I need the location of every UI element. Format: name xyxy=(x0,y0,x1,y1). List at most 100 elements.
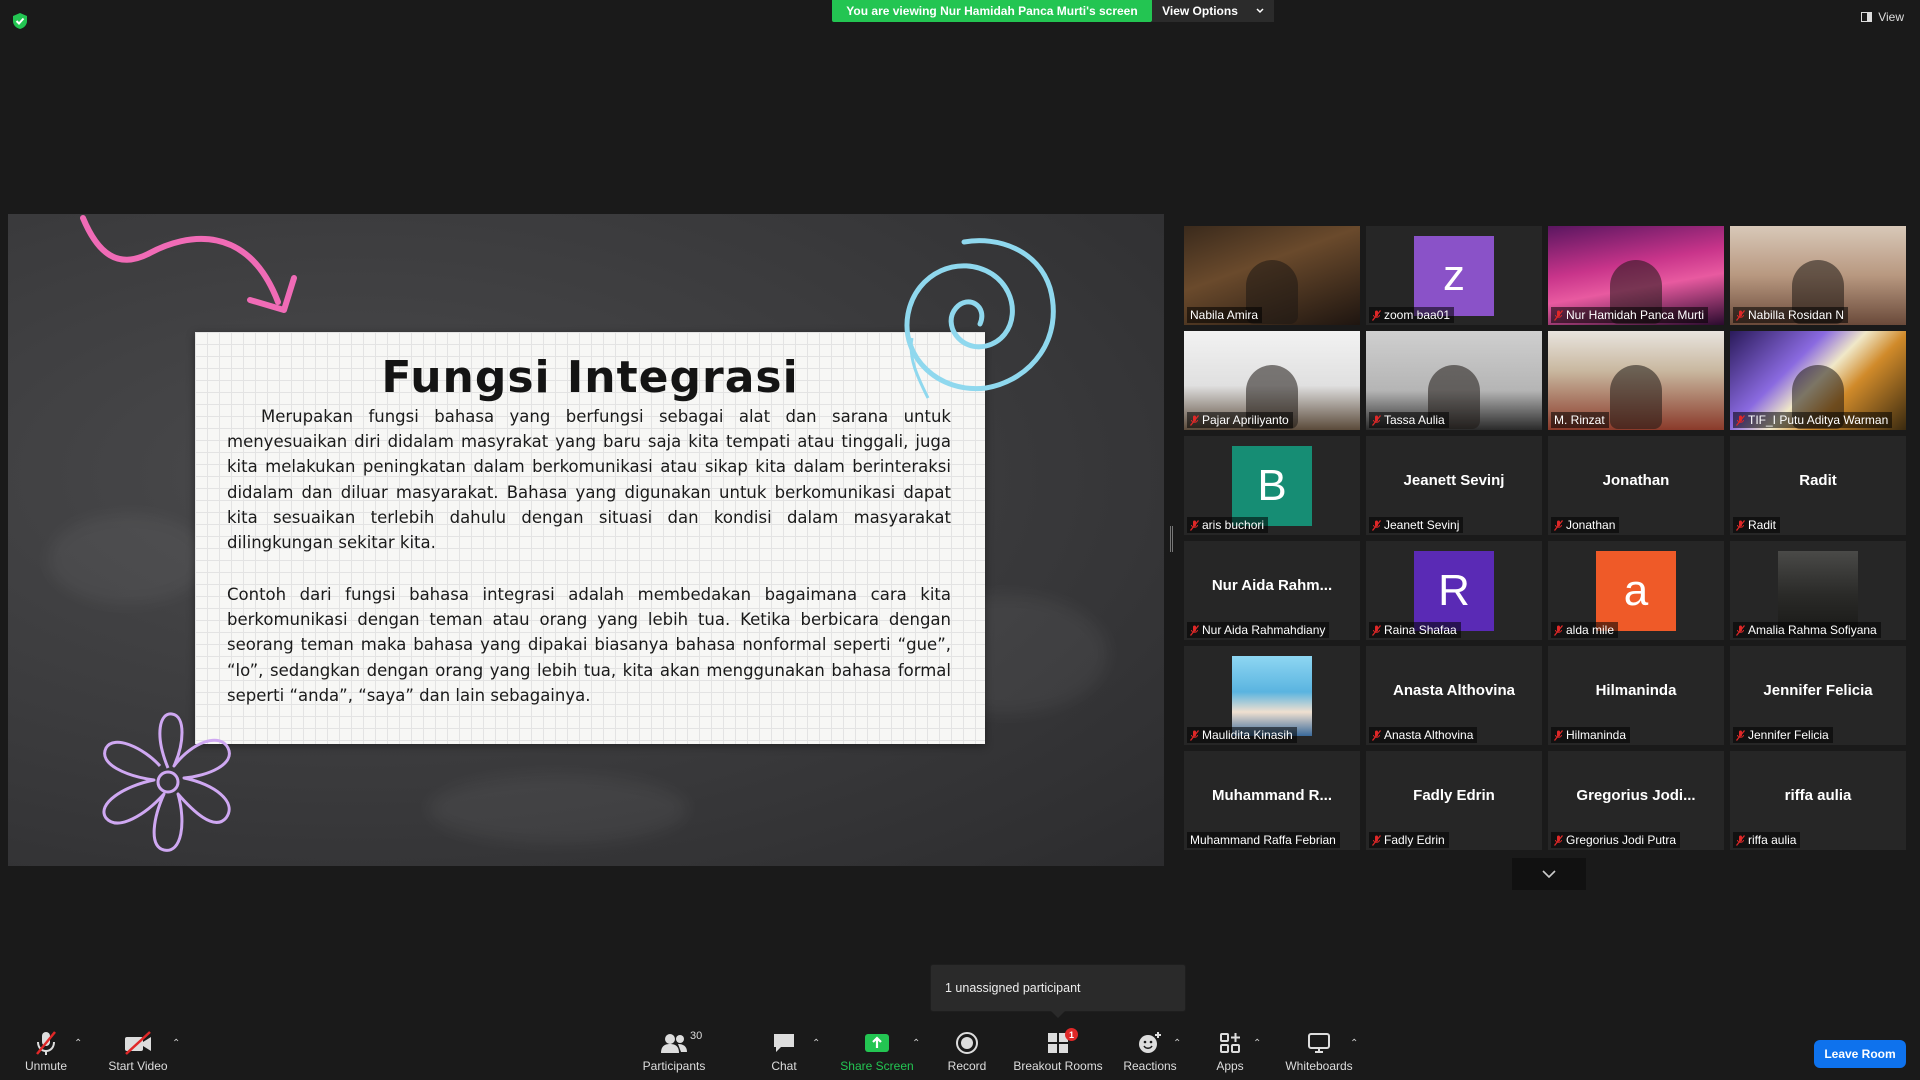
participant-gallery: Nabila Amira z zoom baa01 Nur Hamidah Panca… xyxy=(1184,226,1912,854)
participant-name-text: Tassa Aulia xyxy=(1384,413,1445,427)
participant-tile[interactable]: TIF_I Putu Aditya Warman xyxy=(1730,331,1906,430)
chat-options-caret[interactable]: ⌃ xyxy=(812,1038,820,1049)
participant-name-text: Jonathan xyxy=(1566,518,1616,532)
participant-tile[interactable]: Anasta Althovina Anasta Althovina xyxy=(1366,646,1542,745)
share-options-caret[interactable]: ⌃ xyxy=(912,1038,920,1049)
participant-name-label: riffa aulia xyxy=(1733,832,1801,848)
microphone-muted-icon xyxy=(1372,519,1381,531)
start-video-button[interactable]: Start Video xyxy=(104,1030,172,1078)
participant-name-label: Fadly Edrin xyxy=(1369,832,1449,848)
microphone-muted-icon xyxy=(1372,414,1381,426)
participant-tile[interactable]: Jonathan Jonathan xyxy=(1548,436,1724,535)
slide-title: Fungsi Integrasi xyxy=(381,352,799,403)
gallery-view-icon xyxy=(1861,12,1873,22)
microphone-muted-icon xyxy=(1736,729,1745,741)
view-label: View xyxy=(1878,10,1904,24)
microphone-muted-icon xyxy=(1736,519,1745,531)
participant-tile[interactable]: z zoom baa01 xyxy=(1366,226,1542,325)
microphone-muted-icon xyxy=(1554,834,1563,846)
participant-name-label: Jeanett Sevinj xyxy=(1369,517,1464,533)
participants-button[interactable]: 30 Participants xyxy=(640,1030,708,1078)
share-screen-button[interactable]: Share Screen xyxy=(838,1030,916,1078)
participant-name-label: Jonathan xyxy=(1551,517,1620,533)
participant-name-label: Radit xyxy=(1733,517,1781,533)
microphone-muted-icon xyxy=(1554,309,1563,321)
share-screen-icon xyxy=(865,1034,889,1052)
reactions-options-caret[interactable]: ⌃ xyxy=(1173,1038,1181,1049)
participant-name-text: M. Rinzat xyxy=(1554,413,1605,427)
video-options-caret[interactable]: ⌃ xyxy=(172,1038,180,1049)
participant-name-label: aris buchori xyxy=(1187,517,1269,533)
participant-tile[interactable]: Nabila Amira xyxy=(1184,226,1360,325)
shared-screen[interactable]: Fungsi Integrasi Merupakan fungsi bahasa… xyxy=(8,214,1164,866)
chat-button[interactable]: Chat xyxy=(764,1030,804,1078)
reactions-smiley-icon xyxy=(1139,1032,1161,1053)
participant-tile[interactable]: Muhammand R... Muhammand Raffa Febrian xyxy=(1184,751,1360,850)
participant-name-text: Fadly Edrin xyxy=(1384,833,1445,847)
encryption-shield-icon[interactable] xyxy=(12,12,28,30)
participant-name-label: Pajar Apriliyanto xyxy=(1187,412,1293,428)
unmute-button[interactable]: Unmute xyxy=(18,1030,74,1078)
participant-tile[interactable]: Jennifer Felicia Jennifer Felicia xyxy=(1730,646,1906,745)
whiteboards-button[interactable]: Whiteboards xyxy=(1282,1030,1356,1078)
participant-tile[interactable]: Jeanett Sevinj Jeanett Sevinj xyxy=(1366,436,1542,535)
participant-tile[interactable]: Nabilla Rosidan N xyxy=(1730,226,1906,325)
participant-tile[interactable]: R Raina Shafaa xyxy=(1366,541,1542,640)
whiteboards-options-caret[interactable]: ⌃ xyxy=(1350,1038,1358,1049)
panel-resize-handle[interactable] xyxy=(1170,526,1173,552)
participant-display-name: Gregorius Jodi... xyxy=(1576,787,1696,804)
record-label: Record xyxy=(947,1059,987,1073)
leave-room-label: Leave Room xyxy=(1824,1047,1896,1061)
participant-tile[interactable]: M. Rinzat xyxy=(1548,331,1724,430)
participant-tile[interactable]: Hilmaninda Hilmaninda xyxy=(1548,646,1724,745)
record-button[interactable]: Record xyxy=(944,1030,990,1078)
participant-name-text: Radit xyxy=(1748,518,1777,532)
participant-name-label: Jennifer Felicia xyxy=(1733,727,1833,743)
participant-tile[interactable]: Nur Hamidah Panca Murti xyxy=(1548,226,1724,325)
slide-paper: Fungsi Integrasi Merupakan fungsi bahasa… xyxy=(195,332,985,744)
participant-tile[interactable]: Baris buchori xyxy=(1184,436,1360,535)
participant-tile[interactable]: Gregorius Jodi... Gregorius Jodi Putra xyxy=(1548,751,1724,850)
participant-name-text: Nabila Amira xyxy=(1190,308,1259,322)
participant-name-text: Jennifer Felicia xyxy=(1748,728,1829,742)
participant-tile[interactable]: a alda mile xyxy=(1548,541,1724,640)
participant-name-text: Anasta Althovina xyxy=(1384,728,1474,742)
slide-paragraph-2: Contoh dari fungsi bahasa integrasi adal… xyxy=(227,585,951,705)
participant-display-name: Jonathan xyxy=(1602,472,1670,489)
participant-name-label: Nur Hamidah Panca Murti xyxy=(1551,307,1709,323)
participant-tile[interactable]: Fadly Edrin Fadly Edrin xyxy=(1366,751,1542,850)
microphone-muted-icon xyxy=(1372,834,1381,846)
participant-avatar: R xyxy=(1414,551,1494,631)
view-options-button[interactable]: View Options xyxy=(1152,0,1274,22)
reactions-button[interactable]: Reactions xyxy=(1122,1030,1178,1078)
apps-options-caret[interactable]: ⌃ xyxy=(1253,1038,1261,1049)
participant-name-label: Nabilla Rosidan N xyxy=(1733,307,1849,323)
participant-name-text: aris buchori xyxy=(1202,518,1265,532)
gallery-next-page-button[interactable] xyxy=(1512,858,1586,890)
participant-tile[interactable]: Amalia Rahma Sofiyana xyxy=(1730,541,1906,640)
chevron-down-icon xyxy=(1256,8,1264,14)
participant-name-text: Maulidita Kinasih xyxy=(1202,728,1293,742)
participant-tile[interactable]: Pajar Apriliyanto xyxy=(1184,331,1360,430)
apps-button[interactable]: Apps xyxy=(1214,1030,1246,1078)
participant-name-text: alda mile xyxy=(1566,623,1615,637)
participant-name-label: Amalia Rahma Sofiyana xyxy=(1733,622,1881,638)
view-layout-button[interactable]: View xyxy=(1861,10,1904,24)
microphone-muted-icon xyxy=(1736,414,1745,426)
leave-room-button[interactable]: Leave Room xyxy=(1814,1040,1906,1068)
share-screen-label: Share Screen xyxy=(840,1059,914,1073)
participant-tile[interactable]: Maulidita Kinasih xyxy=(1184,646,1360,745)
participant-tile[interactable]: Tassa Aulia xyxy=(1366,331,1542,430)
participant-display-name: Fadly Edrin xyxy=(1413,787,1495,804)
participants-icon xyxy=(661,1034,687,1053)
participant-tile[interactable]: Nur Aida Rahm... Nur Aida Rahmahdiany xyxy=(1184,541,1360,640)
microphone-muted-icon xyxy=(1372,309,1381,321)
breakout-rooms-button[interactable]: 1 Breakout Rooms xyxy=(1012,1028,1104,1078)
microphone-muted-icon xyxy=(1736,309,1745,321)
participant-tile[interactable]: riffa aulia riffa aulia xyxy=(1730,751,1906,850)
participant-avatar: z xyxy=(1414,236,1494,316)
audio-options-caret[interactable]: ⌃ xyxy=(74,1038,82,1049)
participant-name-label: Hilmaninda xyxy=(1551,727,1631,743)
participant-name-text: Hilmaninda xyxy=(1566,728,1627,742)
participant-tile[interactable]: Radit Radit xyxy=(1730,436,1906,535)
